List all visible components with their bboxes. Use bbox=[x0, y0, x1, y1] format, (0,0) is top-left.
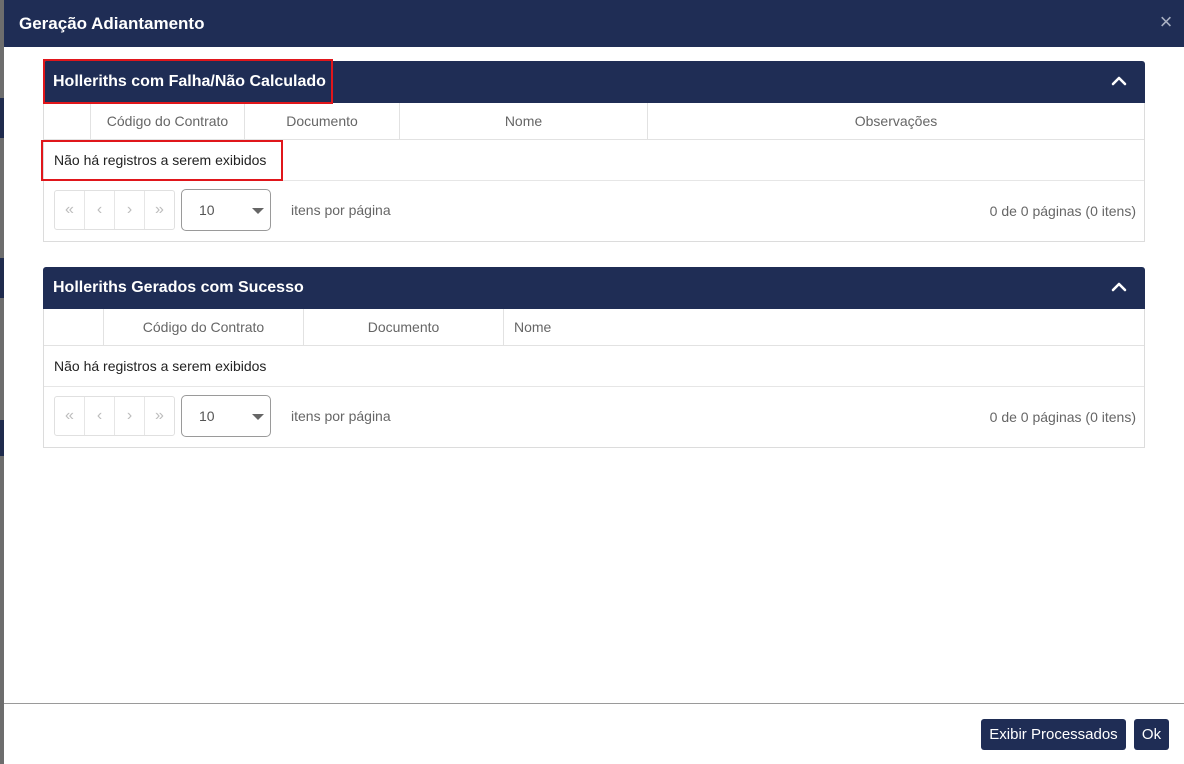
page-info: 0 de 0 páginas (0 itens) bbox=[989, 203, 1136, 219]
last-page-icon[interactable]: » bbox=[145, 191, 174, 229]
column-header-observations[interactable]: Observações bbox=[648, 103, 1144, 139]
modal-dialog: Geração Adiantamento × Holleriths com Fa… bbox=[4, 0, 1184, 764]
column-header-name[interactable]: Nome bbox=[400, 103, 648, 139]
pager-nav: « ‹ › » bbox=[54, 190, 175, 230]
highlight-box bbox=[43, 59, 333, 104]
success-panel: Holleriths Gerados com Sucesso Código do… bbox=[43, 267, 1145, 448]
per-page-label: itens por página bbox=[291, 408, 391, 424]
footer-divider bbox=[4, 703, 1184, 704]
success-grid: Código do Contrato Documento Nome Não há… bbox=[43, 309, 1145, 448]
success-grid-header: Código do Contrato Documento Nome bbox=[44, 309, 1144, 346]
column-header-select[interactable] bbox=[44, 309, 104, 345]
page-size-select[interactable]: 10 bbox=[181, 395, 271, 437]
success-panel-title: Holleriths Gerados com Sucesso bbox=[53, 279, 304, 296]
column-header-select[interactable] bbox=[44, 103, 91, 139]
column-header-document[interactable]: Documento bbox=[304, 309, 504, 345]
empty-message: Não há registros a serem exibidos bbox=[44, 346, 1144, 387]
page-size-select[interactable]: 10 bbox=[181, 189, 271, 231]
prev-page-icon[interactable]: ‹ bbox=[85, 191, 115, 229]
dropdown-caret-icon bbox=[252, 208, 264, 214]
last-page-icon[interactable]: » bbox=[145, 397, 174, 435]
modal-header: Geração Adiantamento × bbox=[4, 0, 1184, 47]
page-info: 0 de 0 páginas (0 itens) bbox=[989, 409, 1136, 425]
success-panel-header[interactable]: Holleriths Gerados com Sucesso bbox=[43, 267, 1145, 309]
next-page-icon[interactable]: › bbox=[115, 191, 145, 229]
pager: « ‹ › » 10 itens por página 0 de 0 págin… bbox=[44, 181, 1144, 241]
page-size-value: 10 bbox=[199, 202, 215, 218]
prev-page-icon[interactable]: ‹ bbox=[85, 397, 115, 435]
first-page-icon[interactable]: « bbox=[55, 191, 85, 229]
next-page-icon[interactable]: › bbox=[115, 397, 145, 435]
per-page-label: itens por página bbox=[291, 202, 391, 218]
column-header-document[interactable]: Documento bbox=[245, 103, 400, 139]
page-size-value: 10 bbox=[199, 408, 215, 424]
pager: « ‹ › » 10 itens por página 0 de 0 págin… bbox=[44, 387, 1144, 447]
close-icon[interactable]: × bbox=[1158, 11, 1174, 33]
ok-button[interactable]: Ok bbox=[1134, 719, 1169, 750]
column-header-name[interactable]: Nome bbox=[504, 309, 1144, 345]
column-header-contract-code[interactable]: Código do Contrato bbox=[91, 103, 245, 139]
chevron-up-icon[interactable] bbox=[1111, 279, 1127, 295]
pager-nav: « ‹ › » bbox=[54, 396, 175, 436]
column-header-contract-code[interactable]: Código do Contrato bbox=[104, 309, 304, 345]
first-page-icon[interactable]: « bbox=[55, 397, 85, 435]
failed-grid-header: Código do Contrato Documento Nome Observ… bbox=[44, 103, 1144, 140]
highlight-box bbox=[41, 140, 283, 181]
chevron-up-icon[interactable] bbox=[1111, 73, 1127, 89]
dropdown-caret-icon bbox=[252, 414, 264, 420]
modal-title: Geração Adiantamento bbox=[19, 14, 205, 33]
show-processed-button[interactable]: Exibir Processados bbox=[981, 719, 1126, 750]
